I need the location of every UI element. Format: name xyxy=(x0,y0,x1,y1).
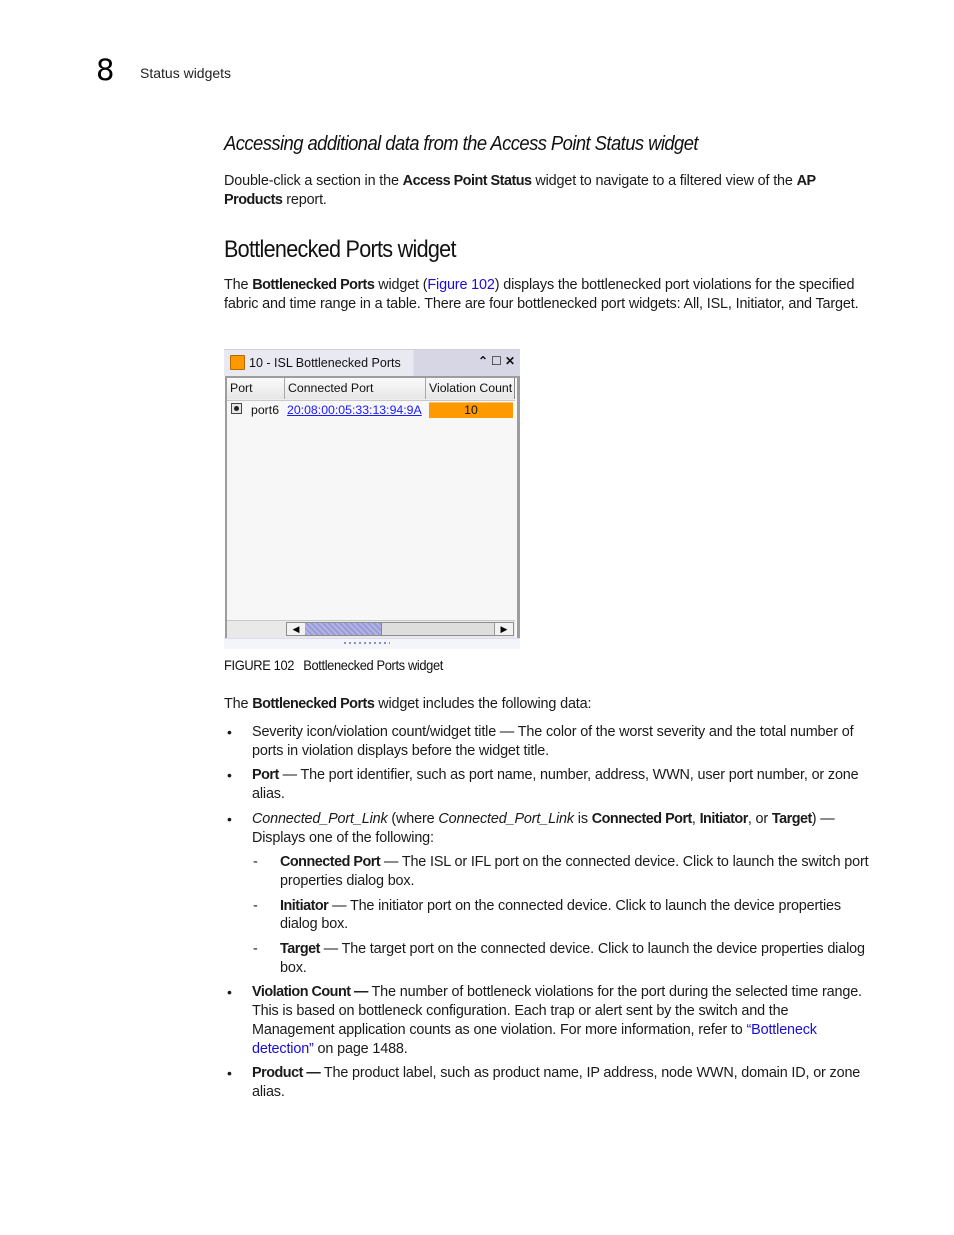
widget-data-intro: The Bottlenecked Ports widget includes t… xyxy=(224,695,864,714)
connected-port-link[interactable]: 20:08:00:05:33:13:94:9A xyxy=(287,403,422,417)
figure-number: FIGURE 102 xyxy=(224,657,295,673)
figure-link[interactable]: Figure 102 xyxy=(427,277,494,293)
list-item: • Connected_Port_Link (where Connected_P… xyxy=(224,810,874,978)
bullet: • xyxy=(227,1065,232,1082)
bottlenecked-intro-paragraph: The Bottlenecked Ports widget (Figure 10… xyxy=(224,276,864,313)
column-header-connected-port[interactable]: Connected Port xyxy=(285,378,426,399)
ui-term: Connected Port xyxy=(280,854,381,871)
ui-term: Product — xyxy=(252,1065,321,1082)
ui-term: Target xyxy=(771,810,812,827)
running-head: Status widgets xyxy=(140,65,232,81)
widget-title-bar[interactable]: 10 - ISL Bottlenecked Ports ⌃ ☐ ✕ xyxy=(224,349,520,376)
grip-dots xyxy=(344,642,390,644)
figure-title: Bottlenecked Ports widget xyxy=(303,657,443,673)
violation-count-cell: 10 xyxy=(429,402,513,418)
variable-term: Connected_Port_Link xyxy=(252,810,388,827)
subsection-heading: Accessing additional data from the Acces… xyxy=(224,133,699,155)
text: — The target port on the connected devic… xyxy=(280,941,865,976)
section-heading: Bottlenecked Ports widget xyxy=(224,236,456,263)
chapter-number: 8 xyxy=(96,53,115,87)
bullet: • xyxy=(227,767,232,784)
scrollbar-thumb[interactable] xyxy=(305,623,382,635)
bullet: • xyxy=(227,810,232,827)
connected-port-link-options: - Connected Port — The ISL or IFL port o… xyxy=(252,853,874,977)
dash: - xyxy=(253,941,258,958)
list-item: • Port — The port identifier, such as po… xyxy=(224,766,874,803)
resize-handle[interactable] xyxy=(224,638,520,649)
text: report. xyxy=(282,191,327,208)
text: Double-click a section in the xyxy=(224,173,403,189)
text: widget includes the following data: xyxy=(374,696,592,712)
text: widget ( xyxy=(374,277,428,293)
ui-term: Initiator xyxy=(280,897,329,914)
ui-term: Bottlenecked Ports xyxy=(252,696,375,712)
text: , xyxy=(691,810,700,827)
text: — The port identifier, such as port name… xyxy=(252,767,859,803)
ui-term: Connected Port xyxy=(591,810,693,827)
table-header: Port Connected Port Violation Count xyxy=(227,378,515,401)
list-item: • Violation Count — The number of bottle… xyxy=(224,983,874,1058)
text: The xyxy=(224,696,253,712)
dash: - xyxy=(253,854,258,871)
text: — The initiator port on the connected de… xyxy=(280,897,841,933)
text: (where xyxy=(387,810,439,827)
ui-term: Bottlenecked Ports xyxy=(252,277,375,293)
list-item: • Product — The product label, such as p… xyxy=(224,1064,874,1101)
maximize-icon[interactable]: ☐ xyxy=(491,354,502,368)
bullet: • xyxy=(227,984,232,1001)
horizontal-scrollbar[interactable]: ◀ ▶ xyxy=(227,620,515,638)
text: widget to navigate to a filtered view of… xyxy=(531,173,797,189)
ui-term: Target xyxy=(280,941,320,958)
bullet: • xyxy=(227,724,232,740)
close-icon[interactable]: ✕ xyxy=(505,354,515,368)
port-icon xyxy=(231,403,242,414)
port-cell: port6 xyxy=(251,403,280,417)
dash: - xyxy=(253,897,258,914)
widget-title: 10 - ISL Bottlenecked Ports xyxy=(249,356,401,370)
data-field-list: • Severity icon/violation count/widget t… xyxy=(224,723,874,1102)
sub-list-item: - Connected Port — The ISL or IFL port o… xyxy=(252,853,874,890)
scroll-right-arrow-icon[interactable]: ▶ xyxy=(494,623,513,635)
scroll-left-arrow-icon[interactable]: ◀ xyxy=(287,623,306,635)
text: , or xyxy=(747,810,772,827)
text: The xyxy=(224,277,253,293)
column-header-port[interactable]: Port xyxy=(227,378,285,399)
text: on page 1488. xyxy=(313,1040,408,1057)
variable-term: Connected_Port_Link xyxy=(438,810,574,827)
collapse-icon[interactable]: ⌃ xyxy=(478,354,488,368)
sub-list-item: - Initiator — The initiator port on the … xyxy=(252,897,874,934)
ui-term: Port xyxy=(252,767,279,784)
column-header-violation-count[interactable]: Violation Count xyxy=(426,378,515,399)
ui-term: Initiator xyxy=(699,810,749,827)
access-point-paragraph: Double-click a section in the Access Poi… xyxy=(224,172,864,209)
widget-table: Port Connected Port Violation Count port… xyxy=(225,376,520,640)
scrollbar-track[interactable]: ◀ ▶ xyxy=(286,622,514,636)
ui-term: Access Point Status xyxy=(402,173,532,189)
ui-term: Violation Count — xyxy=(252,984,368,1001)
severity-icon xyxy=(230,355,245,370)
table-row[interactable]: port6 20:08:00:05:33:13:94:9A 10 xyxy=(227,401,515,419)
text: is xyxy=(573,810,592,827)
bottlenecked-ports-widget: 10 - ISL Bottlenecked Ports ⌃ ☐ ✕ Port C… xyxy=(224,349,520,649)
text: The product label, such as product name,… xyxy=(252,1065,861,1100)
text: Severity icon/violation count/widget tit… xyxy=(252,724,854,759)
figure-caption: FIGURE 102 Bottlenecked Ports widget xyxy=(224,657,443,673)
list-item: • Severity icon/violation count/widget t… xyxy=(224,723,874,760)
sub-list-item: - Target — The target port on the connec… xyxy=(252,940,874,977)
